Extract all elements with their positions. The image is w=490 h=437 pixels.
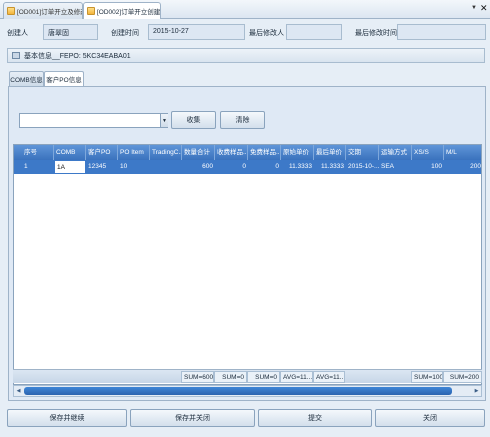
modify-time-label: 最后修改时间 <box>355 30 397 37</box>
col-header[interactable]: 交期 <box>346 145 379 160</box>
table-row[interactable]: 1 1A 12345 10 600 0 0 11.3333 11.3333 20… <box>14 160 481 174</box>
sum-m-l: SUM=200 <box>443 371 482 383</box>
clear-button[interactable]: 清除 <box>220 111 265 129</box>
tab-comb-info[interactable]: COMB信息 <box>9 71 44 86</box>
document-icon <box>87 7 95 15</box>
col-header[interactable]: 原始单价 <box>281 145 314 160</box>
grid-summary-footer: SUM=600 SUM=0 SUM=0 AVG=11... AVG=11... … <box>13 369 482 383</box>
sum-free-sample: SUM=0 <box>247 371 280 383</box>
collapse-icon[interactable] <box>12 52 20 59</box>
col-header[interactable]: 序号 <box>22 145 54 160</box>
col-header[interactable]: 数量合计 <box>182 145 215 160</box>
save-close-button[interactable]: 保存并关闭 <box>130 409 255 427</box>
sum-xs-s: SUM=100 <box>411 371 443 383</box>
cell-shipping-method[interactable]: SEA <box>379 160 412 174</box>
cell-po-item[interactable]: 10 <box>118 160 150 174</box>
creator-label: 创建人 <box>7 30 28 37</box>
close-icon[interactable]: ✕ <box>480 3 488 14</box>
create-time-field[interactable]: 2015-10-27 <box>148 24 245 40</box>
scrollbar-thumb[interactable] <box>24 387 452 395</box>
col-header[interactable]: 收费样品... <box>215 145 248 160</box>
po-grid[interactable]: 序号 COMB 客户PO PO Item TradingC... 数量合计 收费… <box>13 144 482 385</box>
section-title: 基本信息__FEPO: 5KC34EABA01 <box>24 52 131 60</box>
tab-customer-po-info[interactable]: 客户PO信息 <box>44 71 84 86</box>
modify-time-field[interactable] <box>397 24 486 40</box>
tab-menu-icon[interactable]: ▼ <box>471 5 477 11</box>
cell-last-price[interactable]: 11.3333 <box>314 160 346 174</box>
cell-seq[interactable]: 1 <box>22 160 54 174</box>
col-header[interactable]: 客户PO <box>86 145 118 160</box>
save-continue-button[interactable]: 保存并继续 <box>7 409 127 427</box>
scroll-left-icon[interactable]: ◀ <box>14 386 23 396</box>
cell-trading[interactable] <box>150 160 182 174</box>
col-header[interactable]: PO Item <box>118 145 150 160</box>
cell-xs-s[interactable]: 100 <box>412 160 444 174</box>
col-header[interactable]: M/L <box>444 145 481 160</box>
cell-delivery-date[interactable]: 2015-10-... <box>346 160 379 174</box>
col-header[interactable]: 最后单价 <box>314 145 346 160</box>
sum-charged-sample: SUM=0 <box>214 371 247 383</box>
sum-quantity: SUM=600 <box>181 371 214 383</box>
col-header[interactable]: 免费样品... <box>248 145 281 160</box>
avg-last-price: AVG=11... <box>313 371 345 383</box>
tab-label: [OD001]订单开立及修改 <box>17 9 83 16</box>
avg-original-price: AVG=11... <box>280 371 313 383</box>
grid-header: 序号 COMB 客户PO PO Item TradingC... 数量合计 收费… <box>14 145 481 160</box>
creator-field[interactable]: 唐翠固 <box>43 24 98 40</box>
collect-button[interactable]: 收集 <box>171 111 216 129</box>
tab-order-create[interactable]: [OD002]订单开立创建页面 <box>83 2 161 19</box>
cell-customer-po[interactable]: 12345 <box>86 160 118 174</box>
document-icon <box>7 7 15 15</box>
cell-quantity[interactable]: 600 <box>182 160 215 174</box>
scroll-right-icon[interactable]: ▶ <box>472 386 481 396</box>
horizontal-scrollbar[interactable]: ◀ ▶ <box>13 385 482 397</box>
basic-info-section[interactable]: 基本信息__FEPO: 5KC34EABA01 <box>7 48 485 63</box>
create-time-label: 创建时间 <box>111 30 139 37</box>
cell-m-l[interactable]: 200 <box>444 160 481 174</box>
chevron-down-icon[interactable]: ▼ <box>160 114 168 127</box>
close-button[interactable]: 关闭 <box>375 409 485 427</box>
tab-label: [OD002]订单开立创建页面 <box>97 9 161 16</box>
cell-original-price[interactable]: 11.3333 <box>281 160 314 174</box>
col-header[interactable]: 运输方式 <box>379 145 412 160</box>
cell-charged-sample[interactable]: 0 <box>215 160 248 174</box>
modifier-label: 最后修改人 <box>249 30 284 37</box>
cell-free-sample[interactable]: 0 <box>248 160 281 174</box>
col-header[interactable]: COMB <box>54 145 86 160</box>
col-header[interactable]: XS/S <box>412 145 444 160</box>
cell-comb[interactable]: 1A <box>54 160 86 174</box>
submit-button[interactable]: 提交 <box>258 409 372 427</box>
col-header[interactable]: TradingC... <box>150 145 182 160</box>
modifier-field[interactable] <box>286 24 342 40</box>
tab-order-edit[interactable]: [OD001]订单开立及修改 ✕ <box>3 2 83 19</box>
search-input[interactable] <box>19 113 168 128</box>
